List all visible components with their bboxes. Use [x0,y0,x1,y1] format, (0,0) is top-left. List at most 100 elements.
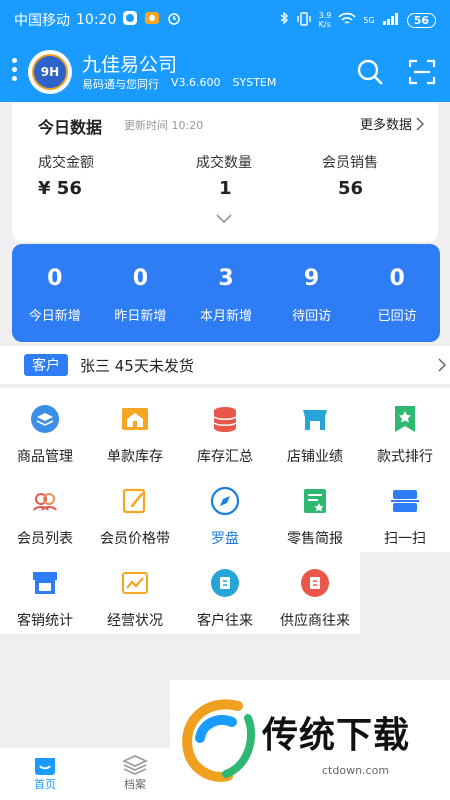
app-notification-icon [144,10,160,30]
grid-row: 客销统计 经营状况 客户往来 供应商往来 [0,552,450,634]
more-data-link[interactable]: 更多数据 [360,114,424,133]
summary-title: 今日数据 [38,118,103,137]
header-subline: 易码通与您同行 V3.6.600 SYSTEM [82,76,276,92]
function-grid: 商品管理 单款库存 库存汇总 店铺业绩 款式排行 会员列表 会员价格带 罗盘 零… [0,388,450,634]
stat-month-new[interactable]: 3 本月新增 [183,244,269,342]
company-logo: 9H [28,50,72,94]
logo-mark: 9H [32,54,68,90]
battery-indicator: 56 [406,12,436,28]
grid-item-customer-sales-stats[interactable]: 客销统计 [0,552,90,634]
shop-icon [303,410,327,430]
signal-type: 5G [363,15,375,25]
scan-icon[interactable] [408,58,436,86]
grid-item-label: 会员价格带 [100,531,170,547]
stat-label: 昨日新增 [114,309,167,324]
company-name: 九佳易公司 [82,54,178,76]
grid-item-scan[interactable]: 扫一扫 [360,470,450,552]
edit-icon [122,488,146,514]
scan-icon [391,490,419,512]
signal-icon [382,12,400,29]
grid-item-single-stock[interactable]: 单款库存 [90,388,180,470]
grid-item-label: 罗盘 [211,531,239,547]
tab-label: 首页 [34,778,56,791]
layers-icon [31,405,59,433]
store-icon [122,408,148,430]
grid-item-compass[interactable]: 罗盘 [180,470,270,552]
stat-visited[interactable]: 0 已回访 [354,244,440,342]
bluetooth-icon [279,10,289,29]
clock: 10:20 [76,12,117,28]
grid-item-label: 款式排行 [377,449,433,465]
grid-item-business-status[interactable]: 经营状况 [90,552,180,634]
members-icon [33,493,57,511]
stat-label: 已回访 [377,309,417,324]
metric-value-quantity: 1 [219,178,232,199]
notice-text: 张三 45天未发货 [80,356,194,375]
notice-bar[interactable]: 客户 张三 45天未发货 [0,346,450,384]
database-icon [213,407,237,432]
metric-label: 成交金额 [38,155,94,171]
chevron-right-icon [438,358,446,372]
grid-item-label: 零售简报 [287,531,343,547]
search-icon[interactable] [356,58,384,86]
grid-item-shop-performance[interactable]: 店铺业绩 [270,388,360,470]
tab-label: 档案 [124,778,146,791]
menu-icon[interactable] [10,58,18,81]
stat-number: 0 [47,266,63,291]
grid-item-label: 供应商往来 [280,613,350,629]
trend-icon [122,572,148,594]
metric-value-member-sales: 56 [338,178,364,199]
stat-number: 9 [303,266,320,291]
grid-item-supplier-accounts[interactable]: 供应商往来 [270,552,360,634]
report-icon [304,489,326,513]
grid-item-label: 商品管理 [17,449,73,465]
net-speed: 3.9 K/s [318,11,332,29]
grid-item-product-management[interactable]: 商品管理 [0,388,90,470]
stat-number: 3 [218,266,234,291]
archive-icon [122,755,148,775]
grid-item-style-ranking[interactable]: 款式排行 [360,388,450,470]
app-header: 9H 九佳易公司 易码通与您同行 V3.6.600 SYSTEM [0,40,450,102]
grid-item-label: 单款库存 [107,449,163,465]
grid-row: 会员列表 会员价格带 罗盘 零售简报 扫一扫 [0,470,450,552]
compass-icon [210,486,240,516]
carrier-label: 中国移动 [14,13,70,29]
update-time: 更新时间 10:20 [124,119,204,132]
grid-item-label: 经营状况 [107,613,163,629]
metric-value-amount: ¥ 56 [38,178,82,199]
stat-today-new[interactable]: 0 今日新增 [12,244,98,342]
metric-label: 成交数量 [196,155,252,171]
stat-yesterday-new[interactable]: 0 昨日新增 [98,244,184,342]
customer-stats-card: 0 今日新增 0 昨日新增 3 本月新增 9 待回访 0 已回访 [12,244,440,342]
grid-item-customer-accounts[interactable]: 客户往来 [180,552,270,634]
grid-item-member-list[interactable]: 会员列表 [0,470,90,552]
grid-item-member-price-band[interactable]: 会员价格带 [90,470,180,552]
watermark-logo-icon [182,699,255,782]
stall-icon [33,572,57,594]
grid-item-label: 客销统计 [17,613,73,629]
today-summary-card: 今日数据 更新时间 10:20 更多数据 成交金额 成交数量 会员销售 ¥ 56… [12,102,438,242]
watermark: 传统下载 ctdown.com [170,680,450,800]
stat-pending-visit[interactable]: 9 待回访 [269,244,355,342]
notice-tag: 客户 [24,354,68,376]
tab-archive[interactable]: 档案 [122,754,148,792]
alarm-icon [166,10,182,30]
grid-item-retail-brief[interactable]: 零售简报 [270,470,360,552]
grid-item-label: 库存汇总 [197,449,253,465]
tab-home[interactable]: 首页 [32,754,58,792]
grid-item-stock-summary[interactable]: 库存汇总 [180,388,270,470]
customer-icon [211,569,239,597]
stat-number: 0 [389,266,405,291]
watermark-text: 传统下载 [262,715,411,756]
watermark-url: ctdown.com [322,764,390,777]
slogan: 易码通与您同行 [82,78,159,91]
qq-icon [122,10,138,30]
bookmark-star-icon [395,406,415,432]
more-data-label: 更多数据 [359,118,412,133]
metric-label: 会员销售 [322,155,378,171]
chevron-down-icon[interactable] [216,214,232,224]
stat-number: 0 [132,266,149,291]
status-bar: 中国移动 10:20 3.9 K/s 5G 56 [0,0,450,40]
stat-label: 今日新增 [28,309,81,324]
grid-item-label: 会员列表 [17,531,73,547]
